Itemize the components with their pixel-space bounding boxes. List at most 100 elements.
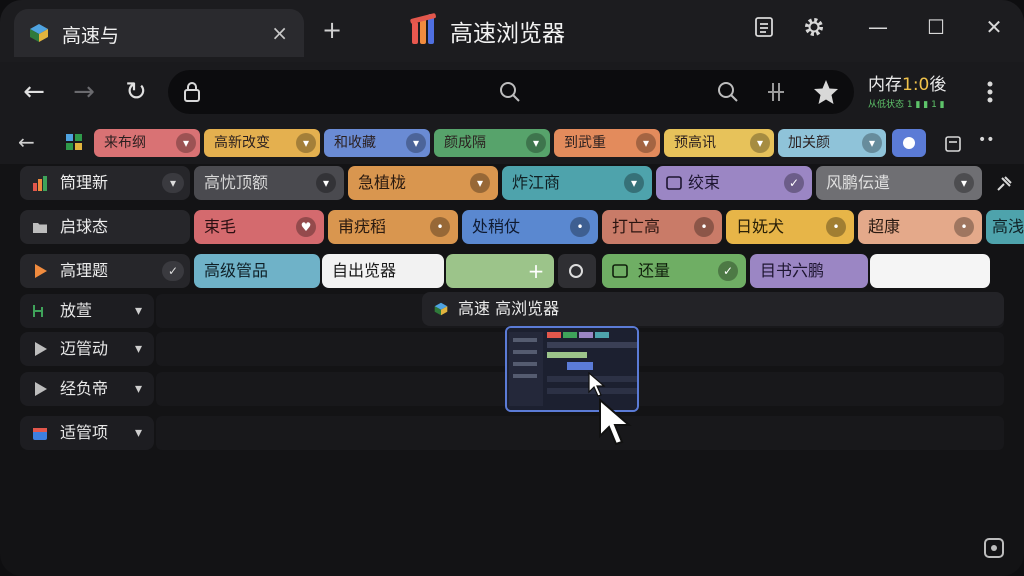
extension-button[interactable] — [892, 129, 926, 157]
dot-icon[interactable]: • — [954, 217, 974, 237]
extensions-corner-icon[interactable] — [982, 536, 1006, 560]
bookmark-chip[interactable]: 来布纲 ▾ — [94, 129, 200, 157]
bookmark-chip[interactable]: 颜成隔 ▾ — [434, 129, 550, 157]
check-icon[interactable]: ✓ — [162, 261, 184, 281]
tab-chip[interactable]: + — [446, 254, 554, 288]
pin-icon[interactable] — [994, 174, 1014, 194]
chevron-down-icon[interactable]: ▾ — [406, 133, 426, 153]
tab-close-icon[interactable]: × — [271, 21, 288, 45]
bookmark-chip[interactable]: 高新改变 ▾ — [204, 129, 320, 157]
tree-item[interactable]: 放萱 ▾ — [20, 294, 154, 328]
tab-chip[interactable]: 处稍仗 • — [462, 210, 598, 244]
browser-window: 高速与 × + 高速浏览器 — ☐ ✕ ← → ↻ 内存1:0後 从低状态 1 … — [0, 0, 1024, 576]
tab-chip[interactable]: 风鹏伝遣 ▾ — [816, 166, 982, 200]
tab-chip[interactable]: 日妩犬 • — [726, 210, 854, 244]
split-view-icon[interactable] — [766, 80, 786, 104]
dot-icon[interactable]: • — [826, 217, 846, 237]
chevron-down-icon[interactable]: ▾ — [135, 332, 142, 366]
tree-item[interactable]: 适管项 ▾ — [20, 416, 154, 450]
new-tab-button[interactable]: + — [322, 16, 342, 44]
chevron-down-icon[interactable]: ▾ — [750, 133, 770, 153]
maximize-button[interactable]: ☐ — [916, 10, 956, 44]
reload-button[interactable]: ↻ — [116, 72, 156, 112]
tab-chip[interactable]: 高级管品 — [194, 254, 320, 288]
gear-icon[interactable] — [794, 10, 834, 44]
dot-icon[interactable]: • — [694, 217, 714, 237]
chevron-down-icon[interactable]: ▾ — [636, 133, 656, 153]
close-window-button[interactable]: ✕ — [974, 10, 1014, 44]
tab-chip[interactable]: 打亡高 • — [602, 210, 722, 244]
bookmark-chip[interactable]: 加关颜 ▾ — [778, 129, 886, 157]
chevron-down-icon[interactable]: ▾ — [135, 372, 142, 406]
calendar-icon — [33, 428, 47, 440]
check-icon[interactable]: ✓ — [718, 261, 738, 281]
chevron-down-icon[interactable]: ▾ — [135, 416, 142, 450]
tab-chip[interactable] — [870, 254, 990, 288]
tab-chip[interactable] — [558, 254, 596, 288]
chevron-down-icon[interactable]: ▾ — [470, 173, 490, 193]
tree-item[interactable]: 迈管动 ▾ — [20, 332, 154, 366]
tab-chip-label: 甫疣稻 — [338, 217, 387, 236]
search-page-icon[interactable] — [716, 80, 740, 104]
tab-chip-label: 日妩犬 — [736, 217, 785, 236]
tab-hover-tooltip: 高速 高浏览器 — [422, 292, 1004, 326]
bookmark-chip[interactable]: 和收藏 ▾ — [324, 129, 430, 157]
tab-group-row: 筒理新 ▾ 高忧顶额 ▾ 急植栊 ▾ 炸江商 ▾ 绞束 ✓ 风鹏伝遣 ▾ — [0, 166, 1024, 206]
bookmarks-app-icon[interactable] — [66, 134, 82, 150]
reading-list-icon[interactable] — [944, 135, 962, 153]
more-menu-icon[interactable] — [978, 76, 1002, 108]
title-bar: 高速与 × + 高速浏览器 — ☐ ✕ — [0, 0, 1024, 62]
tab-chip[interactable]: 急植栊 ▾ — [348, 166, 498, 200]
tab-chip[interactable]: 超康 • — [858, 210, 982, 244]
tab-chip-label: 目书六鹏 — [760, 261, 825, 280]
bookmarks-back-button[interactable]: ← — [18, 130, 35, 154]
tab-chip[interactable]: 束毛 ♥ — [194, 210, 324, 244]
minimize-button[interactable]: — — [858, 10, 898, 44]
chevron-down-icon[interactable]: ▾ — [954, 173, 974, 193]
tree-item-label: 放萱 — [60, 301, 93, 320]
chevron-down-icon[interactable]: ▾ — [624, 173, 644, 193]
search-icon[interactable] — [498, 80, 522, 104]
address-bar[interactable] — [168, 70, 854, 114]
dot-icon[interactable]: • — [430, 217, 450, 237]
chevron-down-icon[interactable]: ▾ — [135, 294, 142, 328]
tab-group-header[interactable]: 高理题 ✓ — [20, 254, 190, 288]
tab-chip[interactable]: 甫疣稻 • — [328, 210, 458, 244]
tab-chip-label: 高浅 — [992, 217, 1024, 236]
tree-item[interactable]: 经负帝 ▾ — [20, 372, 154, 406]
bookmark-chip[interactable]: 预高讯 ▾ — [664, 129, 774, 157]
tab-chip[interactable]: 还量 ✓ — [602, 254, 746, 288]
tab-group-header[interactable]: 启球态 — [20, 210, 190, 244]
chevron-down-icon[interactable]: ▾ — [162, 173, 184, 193]
tab-chip[interactable]: 目书六鹏 — [750, 254, 868, 288]
add-icon[interactable]: + — [526, 261, 546, 281]
heart-icon[interactable]: ♥ — [296, 217, 316, 237]
forward-button[interactable]: → — [64, 72, 104, 112]
tab-chip[interactable]: 炸江商 ▾ — [502, 166, 652, 200]
list-icon[interactable] — [744, 10, 784, 44]
check-icon[interactable]: ✓ — [784, 173, 804, 193]
puzzle-icon — [569, 264, 583, 278]
bookmarks-more-button[interactable]: •• — [978, 132, 995, 148]
branch-icon — [33, 305, 43, 317]
tab-chip-label: 打亡高 — [612, 217, 661, 236]
tab-chip-label: 高忧顶额 — [204, 173, 269, 192]
tab-chip-label: 超康 — [868, 217, 901, 236]
tab-chip[interactable]: 自出览器 — [322, 254, 444, 288]
tab-chip[interactable]: 高忧顶额 ▾ — [194, 166, 344, 200]
tab-group-header[interactable]: 筒理新 ▾ — [20, 166, 190, 200]
chevron-down-icon[interactable]: ▾ — [862, 133, 882, 153]
tab-group-row: 高理题 ✓ 高级管品 自出览器 + 还量 ✓ 目书六鹏 — [0, 254, 1024, 294]
bookmark-star-icon[interactable] — [812, 78, 840, 106]
chevron-down-icon[interactable]: ▾ — [176, 133, 196, 153]
chevron-down-icon[interactable]: ▾ — [316, 173, 336, 193]
dot-icon[interactable]: • — [570, 217, 590, 237]
memory-indicator[interactable]: 内存1:0後 从低状态 1 ▮ ▮ 1 ▮ — [868, 70, 978, 116]
chevron-down-icon[interactable]: ▾ — [526, 133, 546, 153]
tab-chip[interactable]: 绞束 ✓ — [656, 166, 812, 200]
chevron-down-icon[interactable]: ▾ — [296, 133, 316, 153]
bookmark-chip[interactable]: 到武重 ▾ — [554, 129, 660, 157]
back-button[interactable]: ← — [14, 72, 54, 112]
active-tab[interactable]: 高速与 × — [14, 9, 304, 57]
tab-chip[interactable]: 高浅 — [986, 210, 1024, 244]
